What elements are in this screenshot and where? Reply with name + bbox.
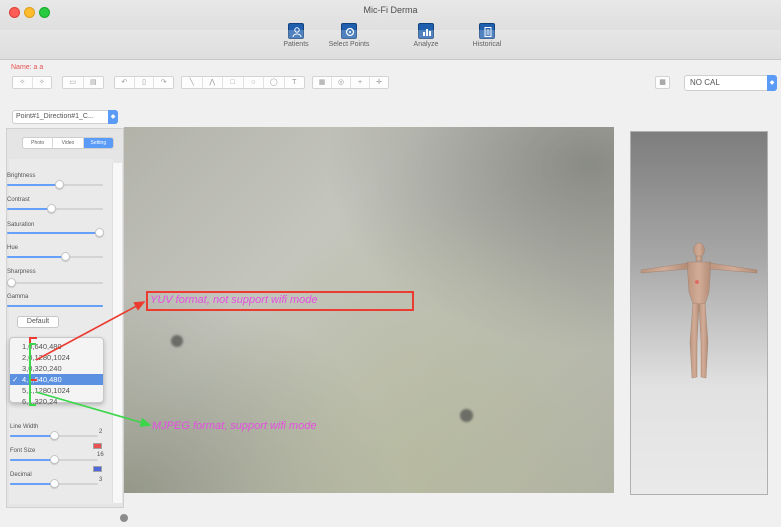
app-window: Mic-Fi Derma Patients Select Points Anal…	[0, 0, 781, 527]
yuv-annotation-text: YUV format, not support wifi mode	[150, 294, 318, 306]
mjpeg-arrow	[35, 391, 152, 427]
mjpeg-annotation-text: MJPEG format, support wifi mode	[152, 420, 317, 432]
yuv-arrow	[35, 301, 146, 361]
annotation-arrows	[35, 301, 152, 427]
